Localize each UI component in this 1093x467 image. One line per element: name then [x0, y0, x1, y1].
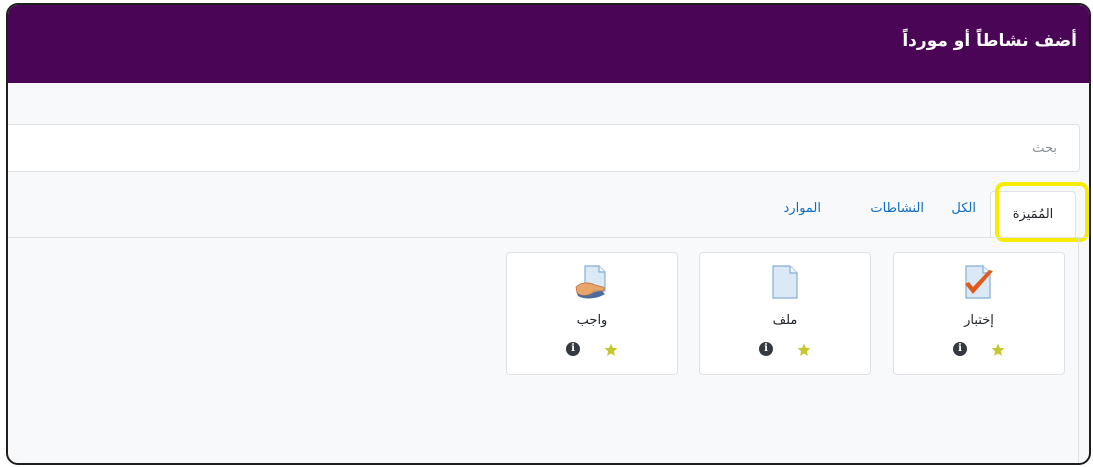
star-icon[interactable]	[604, 342, 618, 356]
quiz-icon	[962, 265, 996, 301]
resource-label: ملف	[772, 313, 798, 328]
info-icon[interactable]: i	[953, 342, 967, 356]
tab-featured-label: المُمَيزة	[1012, 207, 1054, 222]
activity-label: واجب	[576, 313, 608, 328]
info-icon[interactable]: i	[759, 342, 773, 356]
tab-all[interactable]: الكل	[951, 201, 976, 216]
assignment-icon	[575, 265, 609, 301]
star-icon[interactable]	[797, 342, 811, 356]
search-input[interactable]	[8, 125, 1079, 171]
modal-dialog: أضف نشاطاً أو مورداً المُمَيزة الكل النش…	[6, 3, 1091, 465]
modal-header: أضف نشاطاً أو مورداً	[8, 5, 1089, 83]
tab-resources[interactable]: الموارد	[784, 201, 821, 216]
info-icon[interactable]: i	[566, 342, 580, 356]
file-icon	[768, 265, 802, 301]
tab-featured[interactable]: المُمَيزة	[990, 191, 1076, 238]
modal-title: أضف نشاطاً أو مورداً	[902, 31, 1077, 51]
search-box	[8, 124, 1080, 172]
activity-card-quiz[interactable]: إختبار i	[893, 252, 1065, 375]
resource-card-file[interactable]: ملف i	[699, 252, 871, 375]
activity-card-assignment[interactable]: واجب i	[506, 252, 678, 375]
tabs-divider	[8, 237, 1089, 238]
activity-label: إختبار	[964, 313, 994, 328]
star-icon[interactable]	[991, 342, 1005, 356]
panel-border	[1078, 237, 1079, 463]
tab-activities[interactable]: النشاطات	[870, 201, 924, 216]
